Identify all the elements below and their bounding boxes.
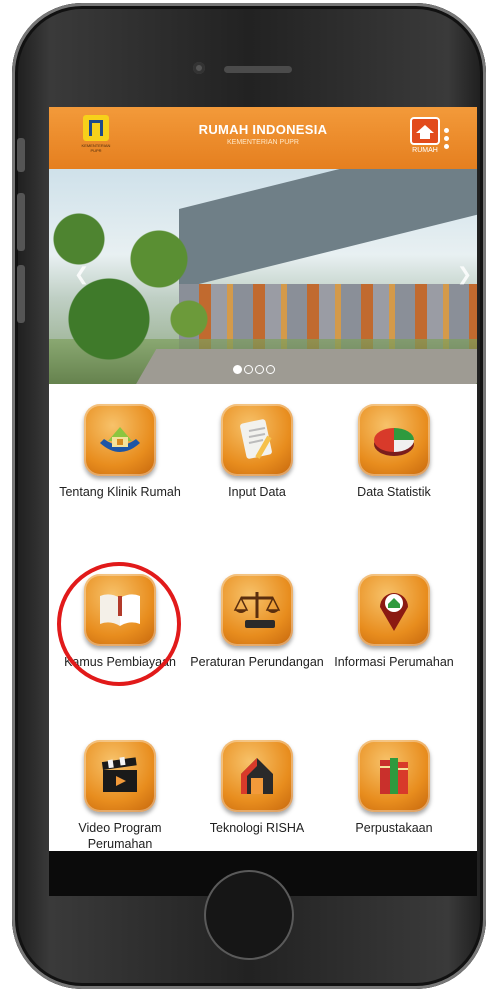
dot-icon (444, 144, 449, 149)
menu-item-data-statistik[interactable]: Data Statistik (326, 404, 462, 500)
books-icon (358, 740, 430, 812)
mute-switch (17, 138, 25, 172)
scales-icon (221, 574, 293, 646)
volume-up-button (17, 193, 25, 251)
menu-item-teknologi-risha[interactable]: Teknologi RISHA (189, 740, 325, 836)
carousel-dot[interactable] (233, 365, 242, 374)
menu-label: Informasi Perumahan (334, 655, 454, 669)
app-header: KEMENTERIAN PUPR RUMAH INDONESIA KEMENTE… (49, 107, 477, 169)
carousel-dot[interactable] (266, 365, 275, 374)
menu-label: Input Data (228, 485, 286, 499)
location-pin-icon (358, 574, 430, 646)
carousel-dot[interactable] (244, 365, 253, 374)
menu-label: Video Program Perumahan (78, 821, 162, 851)
menu-label: Perpustakaan (355, 821, 433, 835)
document-pencil-icon (221, 404, 293, 476)
carousel-indicators[interactable] (233, 361, 277, 379)
carousel-next-icon[interactable]: ❯ (457, 264, 472, 285)
menu-label: Peraturan Perundangan (190, 655, 324, 669)
dot-icon (444, 128, 449, 133)
dot-icon (444, 136, 449, 141)
banner-roofs (179, 169, 477, 289)
menu-item-perpustakaan[interactable]: Perpustakaan (326, 740, 462, 836)
menu-label: Tentang Klinik Rumah (59, 485, 181, 499)
highlight-annotation (57, 562, 181, 686)
app-screen: KEMENTERIAN PUPR RUMAH INDONESIA KEMENTE… (49, 107, 477, 896)
house-icon (410, 117, 440, 145)
menu-item-video-program-perumahan[interactable]: Video Program Perumahan (52, 740, 188, 852)
pie-chart-icon (358, 404, 430, 476)
overflow-menu-button[interactable] (444, 128, 450, 152)
carousel-dot[interactable] (255, 365, 264, 374)
earpiece-speaker (224, 66, 292, 73)
menu-item-peraturan-perundangan[interactable]: Peraturan Perundangan (189, 574, 325, 670)
rumah-button[interactable]: RUMAH (410, 117, 440, 159)
front-camera (193, 62, 205, 74)
house-frame-icon (221, 740, 293, 812)
clapperboard-icon (84, 740, 156, 812)
menu-label: Data Statistik (357, 485, 431, 499)
menu-label: Teknologi RISHA (209, 821, 305, 835)
volume-down-button (17, 265, 25, 323)
home-button[interactable] (206, 872, 292, 958)
menu-item-input-data[interactable]: Input Data (189, 404, 325, 500)
menu-item-tentang-klinik-rumah[interactable]: Tentang Klinik Rumah (52, 404, 188, 500)
carousel-prev-icon[interactable]: ❮ (74, 264, 89, 285)
rumah-label: RUMAH (412, 147, 438, 154)
image-carousel[interactable]: ❮ ❯ (49, 169, 477, 384)
menu-item-informasi-perumahan[interactable]: Informasi Perumahan (326, 574, 462, 670)
house-hands-icon (84, 404, 156, 476)
